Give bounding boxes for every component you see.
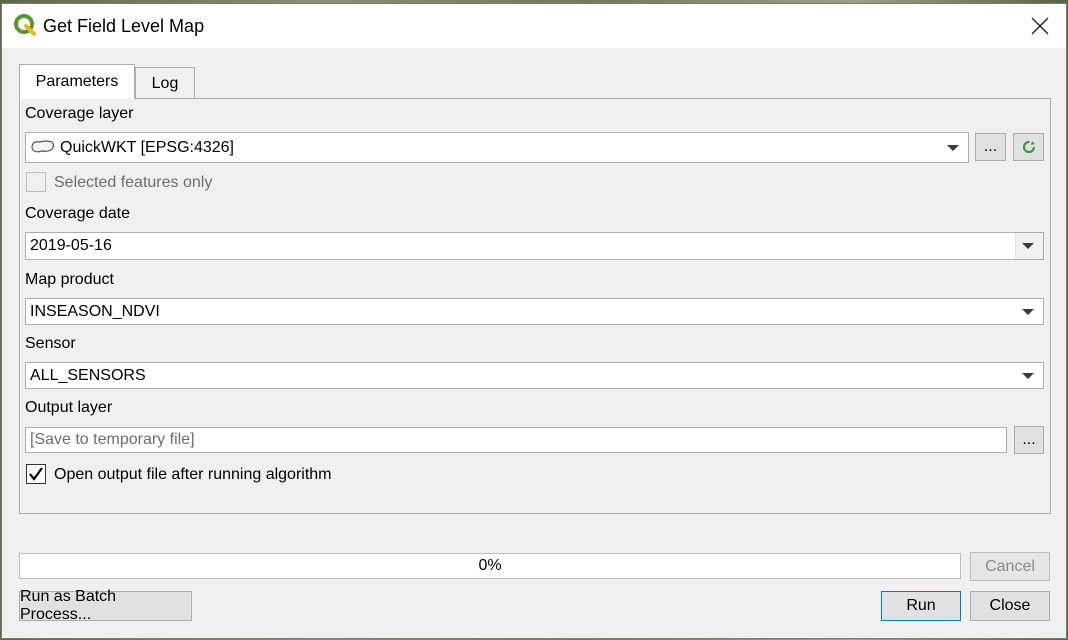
window-title: Get Field Level Map — [43, 16, 205, 36]
sensor-combo[interactable]: ALL_SENSORS — [25, 362, 1044, 389]
output-layer-label: Output layer — [25, 399, 113, 416]
coverage-layer-combo[interactable]: QuickWKT [EPSG:4326] — [25, 132, 969, 163]
selected-features-label: Selected features only — [54, 174, 213, 191]
output-layer-browse-button[interactable]: ... — [1014, 426, 1044, 454]
chevron-down-icon — [1022, 243, 1034, 249]
sensor-label: Sensor — [25, 335, 76, 352]
sensor-value: ALL_SENSORS — [30, 366, 146, 384]
progress-bar: 0% — [19, 553, 961, 579]
chevron-down-icon — [947, 144, 959, 151]
output-layer-placeholder: [Save to temporary file] — [30, 431, 195, 448]
coverage-date-label: Coverage date — [25, 205, 130, 222]
polygon-layer-icon — [31, 139, 55, 152]
dialog-window: Get Field Level Map Parameters Log Cover… — [1, 3, 1067, 639]
chevron-down-icon — [1022, 308, 1034, 315]
chevron-down-icon — [1022, 372, 1034, 379]
checkmark-icon — [29, 467, 43, 481]
coverage-layer-browse-button[interactable]: ... — [975, 133, 1006, 161]
open-output-checkbox[interactable] — [26, 464, 46, 484]
tab-parameters[interactable]: Parameters — [19, 64, 135, 99]
coverage-date-combo[interactable]: 2019-05-16 — [25, 232, 1044, 260]
title-bar: Get Field Level Map — [2, 4, 1066, 48]
map-product-value: INSEASON_NDVI — [30, 302, 160, 320]
coverage-layer-value: QuickWKT [EPSG:4326] — [60, 138, 234, 156]
coverage-date-value: 2019-05-16 — [30, 237, 112, 254]
map-product-label: Map product — [25, 271, 114, 288]
close-window-button[interactable] — [1022, 10, 1058, 42]
cancel-button[interactable]: Cancel — [970, 552, 1050, 581]
iterate-features-button[interactable] — [1013, 133, 1044, 161]
close-button[interactable]: Close — [970, 591, 1050, 621]
map-product-combo[interactable]: INSEASON_NDVI — [25, 298, 1044, 325]
open-output-label: Open output file after running algorithm — [54, 466, 332, 483]
coverage-layer-label: Coverage layer — [25, 105, 134, 122]
run-batch-button[interactable]: Run as Batch Process... — [19, 588, 192, 623]
tab-log[interactable]: Log — [135, 67, 195, 99]
qgis-logo-icon — [14, 14, 36, 36]
refresh-icon — [1022, 140, 1035, 154]
close-icon — [1031, 17, 1049, 35]
selected-features-checkbox[interactable] — [26, 172, 46, 192]
progress-text: 0% — [478, 557, 502, 574]
run-button[interactable]: Run — [881, 591, 961, 621]
output-layer-input[interactable]: [Save to temporary file] — [25, 427, 1007, 453]
